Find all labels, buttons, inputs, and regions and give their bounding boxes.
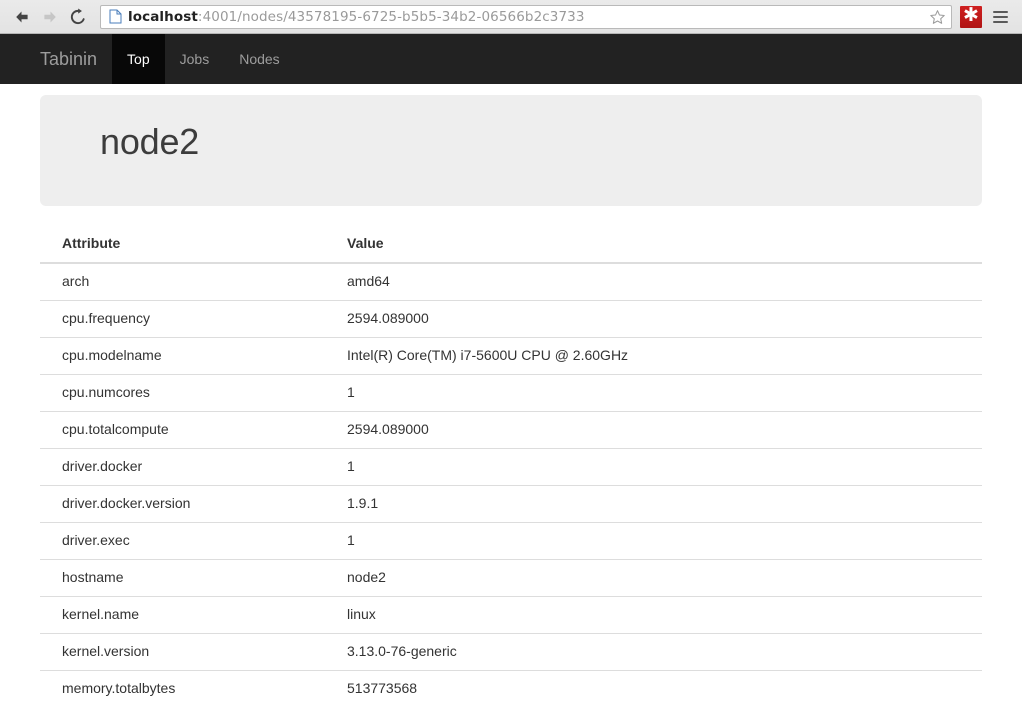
cell-attribute: memory.totalbytes xyxy=(40,669,325,707)
cell-value: 2594.089000 xyxy=(325,299,982,338)
nav-item-jobs[interactable]: Jobs xyxy=(165,34,225,84)
column-header-value: Value xyxy=(325,226,982,264)
navbar-nav: Top Jobs Nodes xyxy=(112,34,295,84)
cell-value: 1.9.1 xyxy=(325,484,982,523)
cell-attribute: driver.docker.version xyxy=(40,484,325,523)
lastpass-extension-icon[interactable]: ✱ xyxy=(960,4,982,28)
cell-attribute: kernel.name xyxy=(40,595,325,634)
address-bar-text: localhost:4001/nodes/43578195-6725-b5b5-… xyxy=(128,9,585,25)
cell-attribute: arch xyxy=(40,262,325,301)
cell-attribute: cpu.modelname xyxy=(40,336,325,375)
table-body: arch amd64 cpu.frequency 2594.089000 cpu.mod… xyxy=(40,262,982,707)
forward-arrow-icon xyxy=(44,11,56,22)
menu-line-1 xyxy=(992,10,1008,13)
address-bar-host: localhost xyxy=(128,8,198,25)
menu-line-2 xyxy=(992,15,1008,18)
cell-value: 1 xyxy=(325,447,982,486)
reload-button[interactable] xyxy=(64,4,92,30)
cell-value: 2594.089000 xyxy=(325,410,982,449)
table-row: arch amd64 xyxy=(40,262,982,301)
table-row: memory.totalbytes 513773568 xyxy=(40,669,982,707)
cell-value: 1 xyxy=(325,373,982,412)
cell-value: 1 xyxy=(325,521,982,560)
cell-value: 3.13.0-76-generic xyxy=(325,632,982,671)
node-header-jumbotron: node2 xyxy=(40,95,982,206)
table-row: kernel.version 3.13.0-76-generic xyxy=(40,632,982,671)
address-bar-path: :4001/nodes/43578195-6725-b5b5-34b2-0656… xyxy=(197,8,585,25)
browser-menu-icon[interactable] xyxy=(988,5,1012,29)
nav-link-jobs[interactable]: Jobs xyxy=(165,34,225,84)
cell-value: 513773568 xyxy=(325,669,982,707)
table-row: driver.docker.version 1.9.1 xyxy=(40,484,982,523)
menu-line-3 xyxy=(992,20,1008,23)
page-title: node2 xyxy=(100,121,200,162)
navbar-brand[interactable]: Tabinin xyxy=(0,34,112,84)
nav-item-nodes[interactable]: Nodes xyxy=(224,34,294,84)
back-arrow-icon xyxy=(16,11,28,22)
cell-value: amd64 xyxy=(325,262,982,301)
cell-attribute: cpu.totalcompute xyxy=(40,410,325,449)
table-row: driver.exec 1 xyxy=(40,521,982,560)
nav-link-top[interactable]: Top xyxy=(112,34,165,84)
node-attributes-table: Attribute Value arch amd64 cpu.frequency 25… xyxy=(40,226,982,707)
cell-attribute: kernel.version xyxy=(40,632,325,671)
forward-button[interactable] xyxy=(36,4,64,30)
table-row: kernel.name linux xyxy=(40,595,982,634)
back-button[interactable] xyxy=(8,4,36,30)
bookmark-star-icon[interactable] xyxy=(928,8,947,27)
lastpass-asterisk-glyph: ✱ xyxy=(963,4,979,26)
table-row: cpu.modelname Intel(R) Core(TM) i7-5600U … xyxy=(40,336,982,375)
table-row: driver.docker 1 xyxy=(40,447,982,486)
page-document-icon xyxy=(107,9,123,25)
cell-value: Intel(R) Core(TM) i7-5600U CPU @ 2.60GHz xyxy=(325,336,982,375)
cell-value: node2 xyxy=(325,558,982,597)
table-row: cpu.totalcompute 2594.089000 xyxy=(40,410,982,449)
table-row: hostname node2 xyxy=(40,558,982,597)
page-container: node2 Attribute Value arch amd64 cpu.frequ… xyxy=(40,95,982,707)
cell-value: linux xyxy=(325,595,982,634)
cell-attribute: cpu.frequency xyxy=(40,299,325,338)
nav-link-nodes[interactable]: Nodes xyxy=(224,34,294,84)
address-bar[interactable]: localhost:4001/nodes/43578195-6725-b5b5-… xyxy=(100,4,952,29)
cell-attribute: driver.exec xyxy=(40,521,325,560)
site-navbar: Tabinin Top Jobs Nodes xyxy=(0,34,1022,84)
cell-attribute: hostname xyxy=(40,558,325,597)
table-row: cpu.numcores 1 xyxy=(40,373,982,412)
table-header-row: Attribute Value xyxy=(40,226,982,264)
cell-attribute: driver.docker xyxy=(40,447,325,486)
table-row: cpu.frequency 2594.089000 xyxy=(40,299,982,338)
reload-icon xyxy=(70,8,85,24)
column-header-attribute: Attribute xyxy=(40,226,325,264)
nav-item-top[interactable]: Top xyxy=(112,34,165,84)
cell-attribute: cpu.numcores xyxy=(40,373,325,412)
table-head: Attribute Value xyxy=(40,226,982,264)
browser-toolbar: localhost:4001/nodes/43578195-6725-b5b5-… xyxy=(0,0,1022,34)
